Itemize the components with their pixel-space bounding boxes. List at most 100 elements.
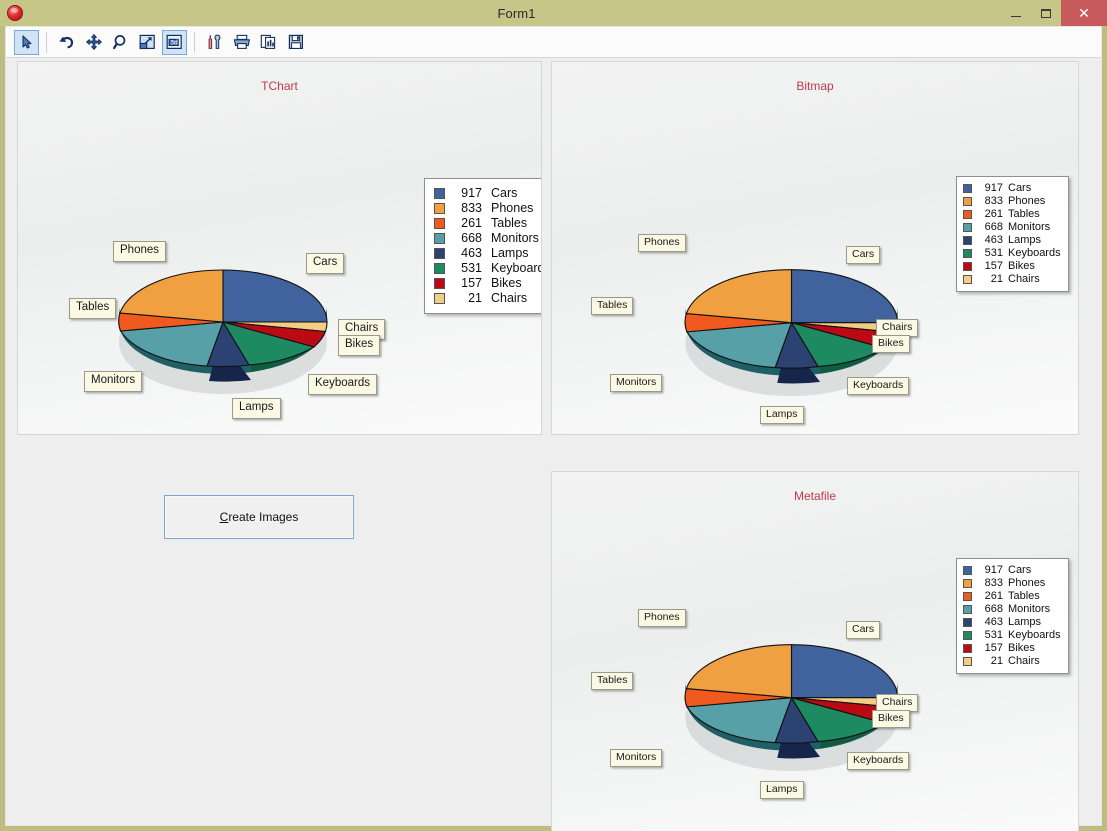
pie-label-tables: Tables bbox=[591, 672, 634, 690]
legend-label: Cars bbox=[1008, 182, 1032, 194]
3d-view-tool-button[interactable]: 3d bbox=[162, 29, 187, 55]
legend-label: Chairs bbox=[1008, 655, 1040, 667]
pie-label-cars: Cars bbox=[846, 246, 881, 264]
pie-label-tables: Tables bbox=[591, 297, 634, 315]
floppy-disk-icon bbox=[288, 34, 303, 49]
legend-label: Tables bbox=[1008, 590, 1040, 602]
legend-swatch-keyboards bbox=[963, 249, 972, 258]
select-tool-button[interactable] bbox=[14, 29, 39, 55]
legend-metafile[interactable]: 917 Cars 833 Phones 261 Tables 668 Monit… bbox=[956, 558, 1069, 674]
legend-label: Cars bbox=[1008, 564, 1032, 576]
legend-label: Tables bbox=[491, 216, 528, 231]
copy-tool-button[interactable] bbox=[256, 30, 281, 55]
legend-swatch-cars bbox=[434, 188, 445, 199]
edit-tool-button[interactable] bbox=[202, 30, 227, 55]
legend-item: 917 Cars bbox=[434, 186, 541, 201]
legend-swatch-lamps bbox=[963, 236, 972, 245]
panels-container: TChart Phones Cars Tables Chairs Bikes M… bbox=[6, 58, 1101, 831]
window-controls: ✕ bbox=[1001, 0, 1107, 26]
pie-label-phones: Phones bbox=[638, 234, 686, 252]
legend-item: 833 Phones bbox=[963, 577, 1061, 590]
legend-value: 21 bbox=[468, 291, 482, 306]
cursor-arrow-icon bbox=[21, 35, 32, 49]
legend-label: Bikes bbox=[1008, 642, 1035, 654]
legend-value: 917 bbox=[984, 182, 1003, 194]
undo-tool-button[interactable] bbox=[54, 30, 79, 55]
legend-swatch-chairs bbox=[963, 275, 972, 284]
legend-swatch-keyboards bbox=[963, 631, 972, 640]
legend-value: 531 bbox=[461, 261, 482, 276]
toolbar: 3d bbox=[6, 27, 1101, 58]
panel-bitmap: Bitmap Phones Cars Tables Chairs Bikes M… bbox=[551, 61, 1079, 435]
legend-value: 463 bbox=[984, 616, 1003, 628]
legend-value: 917 bbox=[461, 186, 482, 201]
svg-text:3d: 3d bbox=[170, 39, 178, 46]
save-tool-button[interactable] bbox=[283, 30, 308, 55]
legend-swatch-chairs bbox=[963, 657, 972, 666]
legend-value: 668 bbox=[984, 603, 1003, 615]
legend-swatch-tables bbox=[963, 592, 972, 601]
chart-3d-icon: 3d bbox=[166, 34, 182, 49]
legend-item: 917 Cars bbox=[963, 182, 1061, 195]
legend-swatch-cars bbox=[963, 566, 972, 575]
legend-label: Keyboards bbox=[1008, 629, 1061, 641]
legend-swatch-phones bbox=[963, 579, 972, 588]
normal-view-tool-button[interactable] bbox=[135, 30, 160, 55]
print-tool-button[interactable] bbox=[229, 30, 254, 55]
close-button[interactable]: ✕ bbox=[1061, 0, 1107, 26]
panel-metafile: Metafile Phones Cars Tables Chairs Bikes… bbox=[551, 471, 1079, 831]
legend-value: 463 bbox=[461, 246, 482, 261]
legend-label: Keyboards bbox=[491, 261, 541, 276]
legend-label: Tables bbox=[1008, 208, 1040, 220]
legend-swatch-tables bbox=[434, 218, 445, 229]
legend-item: 463 Lamps bbox=[963, 616, 1061, 629]
move-tool-button[interactable] bbox=[81, 30, 106, 55]
toolbar-separator-1 bbox=[46, 31, 47, 53]
title-bar: Form1 ✕ bbox=[0, 0, 1107, 26]
maximize-icon bbox=[1041, 8, 1051, 18]
teechart-globe-icon bbox=[7, 5, 23, 21]
pie-slices-bitmap bbox=[684, 269, 899, 369]
legend-item: 21 Chairs bbox=[434, 291, 541, 306]
legend-item: 833 Phones bbox=[434, 201, 541, 216]
legend-value: 668 bbox=[984, 221, 1003, 233]
legend-item: 668 Monitors bbox=[963, 603, 1061, 616]
legend-swatch-bikes bbox=[963, 262, 972, 271]
legend-item: 668 Monitors bbox=[963, 221, 1061, 234]
window-title-text: Form1 bbox=[497, 5, 536, 21]
legend-label: Keyboards bbox=[1008, 247, 1061, 259]
legend-swatch-bikes bbox=[963, 644, 972, 653]
legend-value: 157 bbox=[984, 642, 1003, 654]
legend-value: 261 bbox=[984, 208, 1003, 220]
pie-label-chairs: Chairs bbox=[876, 319, 919, 337]
chart-2d-icon bbox=[139, 34, 155, 50]
legend-swatch-lamps bbox=[963, 618, 972, 627]
legend-value: 157 bbox=[984, 260, 1003, 272]
pie-slices-metafile bbox=[684, 644, 899, 744]
legend-value: 917 bbox=[984, 564, 1003, 576]
legend-label: Chairs bbox=[1008, 273, 1040, 285]
minimize-button[interactable] bbox=[1001, 0, 1031, 26]
minimize-icon bbox=[1011, 16, 1021, 17]
legend-swatch-monitors bbox=[963, 223, 972, 232]
pie-label-lamps: Lamps bbox=[760, 781, 804, 799]
legend-value: 261 bbox=[984, 590, 1003, 602]
legend-swatch-chairs bbox=[434, 293, 445, 304]
legend-tchart[interactable]: 917 Cars 833 Phones 261 Tables 668 Monit… bbox=[424, 178, 541, 314]
legend-value: 833 bbox=[984, 195, 1003, 207]
legend-item: 157 Bikes bbox=[963, 260, 1061, 273]
client-area: 3d TChart Phones Cars Tables Chairs Bike… bbox=[5, 26, 1102, 831]
legend-label: Monitors bbox=[1008, 221, 1051, 233]
legend-item: 21 Chairs bbox=[963, 273, 1061, 286]
legend-item: 917 Cars bbox=[963, 564, 1061, 577]
legend-item: 463 Lamps bbox=[963, 234, 1061, 247]
legend-item: 463 Lamps bbox=[434, 246, 541, 261]
zoom-tool-button[interactable] bbox=[108, 30, 133, 55]
legend-value: 157 bbox=[461, 276, 482, 291]
printer-icon bbox=[233, 34, 250, 49]
legend-bitmap[interactable]: 917 Cars 833 Phones 261 Tables 668 Monit… bbox=[956, 176, 1069, 292]
legend-swatch-cars bbox=[963, 184, 972, 193]
legend-item: 261 Tables bbox=[434, 216, 541, 231]
create-images-button[interactable]: Create Images bbox=[164, 495, 354, 539]
maximize-button[interactable] bbox=[1031, 0, 1061, 26]
